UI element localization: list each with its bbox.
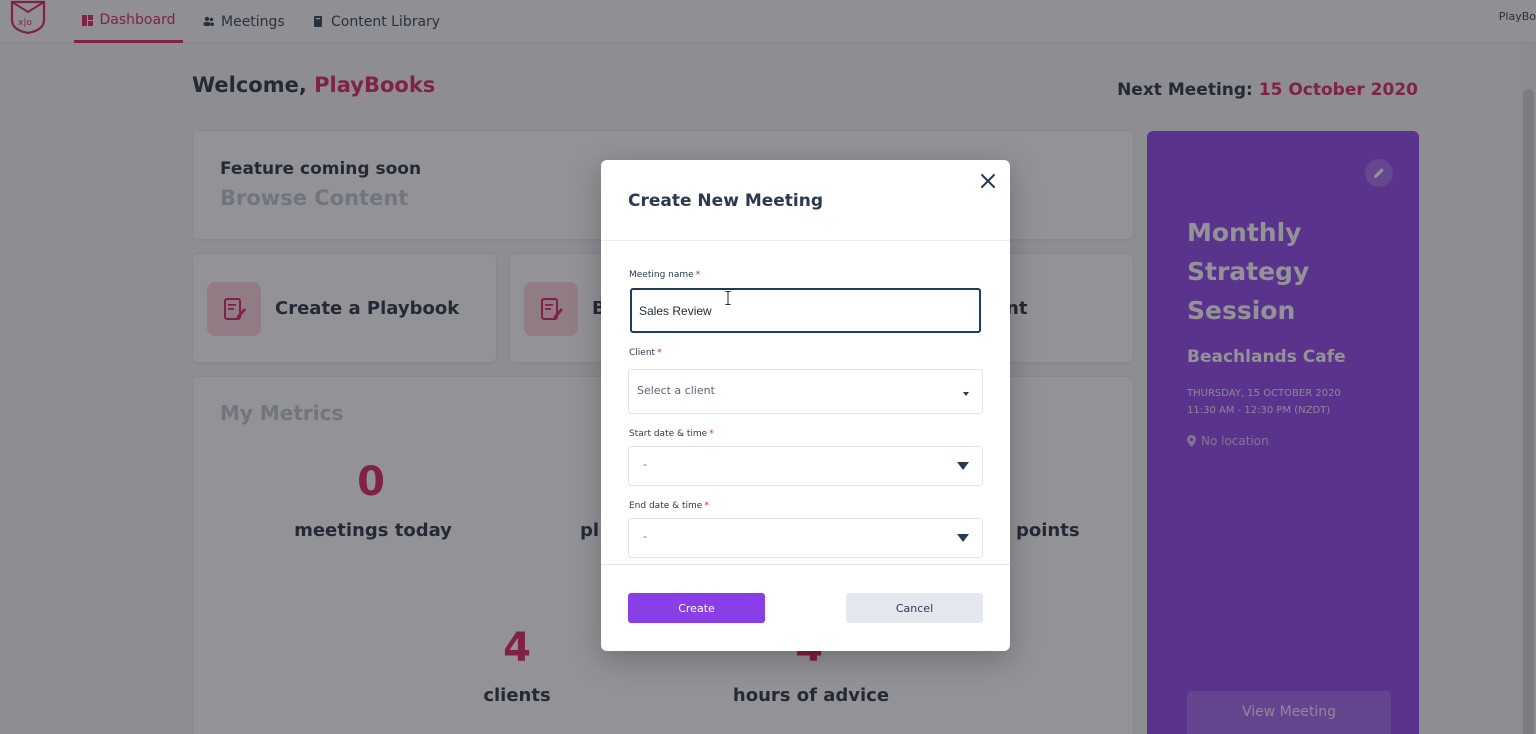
create-button[interactable]: Create (628, 593, 765, 623)
modal-header: Create New Meeting (601, 160, 1010, 241)
end-datetime-value: - (643, 530, 647, 543)
cancel-button[interactable]: Cancel (846, 593, 983, 623)
start-datetime-value: - (643, 458, 647, 471)
required-mark: * (704, 501, 709, 511)
label-text: Start date & time (629, 429, 708, 439)
label-text: Meeting name (629, 270, 694, 280)
text-cursor-icon (725, 291, 731, 305)
label-text: End date & time (629, 501, 703, 511)
modal-title: Create New Meeting (628, 191, 824, 211)
chevron-down-icon (963, 392, 969, 396)
required-mark: * (657, 348, 662, 358)
client-select-placeholder: Select a client (637, 384, 715, 397)
meeting-name-input[interactable] (630, 288, 981, 333)
start-datetime-select[interactable]: - (628, 446, 983, 486)
modal-footer-divider (601, 564, 1010, 565)
meeting-name-label: Meeting name * (629, 270, 700, 280)
required-mark: * (695, 270, 701, 280)
close-icon (981, 174, 995, 188)
client-label: Client * (629, 348, 662, 358)
label-text: Client (629, 348, 656, 358)
required-mark: * (709, 429, 714, 439)
end-date-label: End date & time * (629, 501, 709, 511)
create-meeting-modal: Create New Meeting Meeting name* Client*… (601, 160, 1010, 651)
client-select[interactable]: Select a client (628, 369, 983, 414)
chevron-down-icon (957, 462, 969, 470)
start-date-label: Start date & time * (629, 429, 714, 439)
chevron-down-icon (957, 534, 969, 542)
close-modal-button[interactable] (978, 171, 998, 191)
end-datetime-select[interactable]: - (628, 518, 983, 558)
